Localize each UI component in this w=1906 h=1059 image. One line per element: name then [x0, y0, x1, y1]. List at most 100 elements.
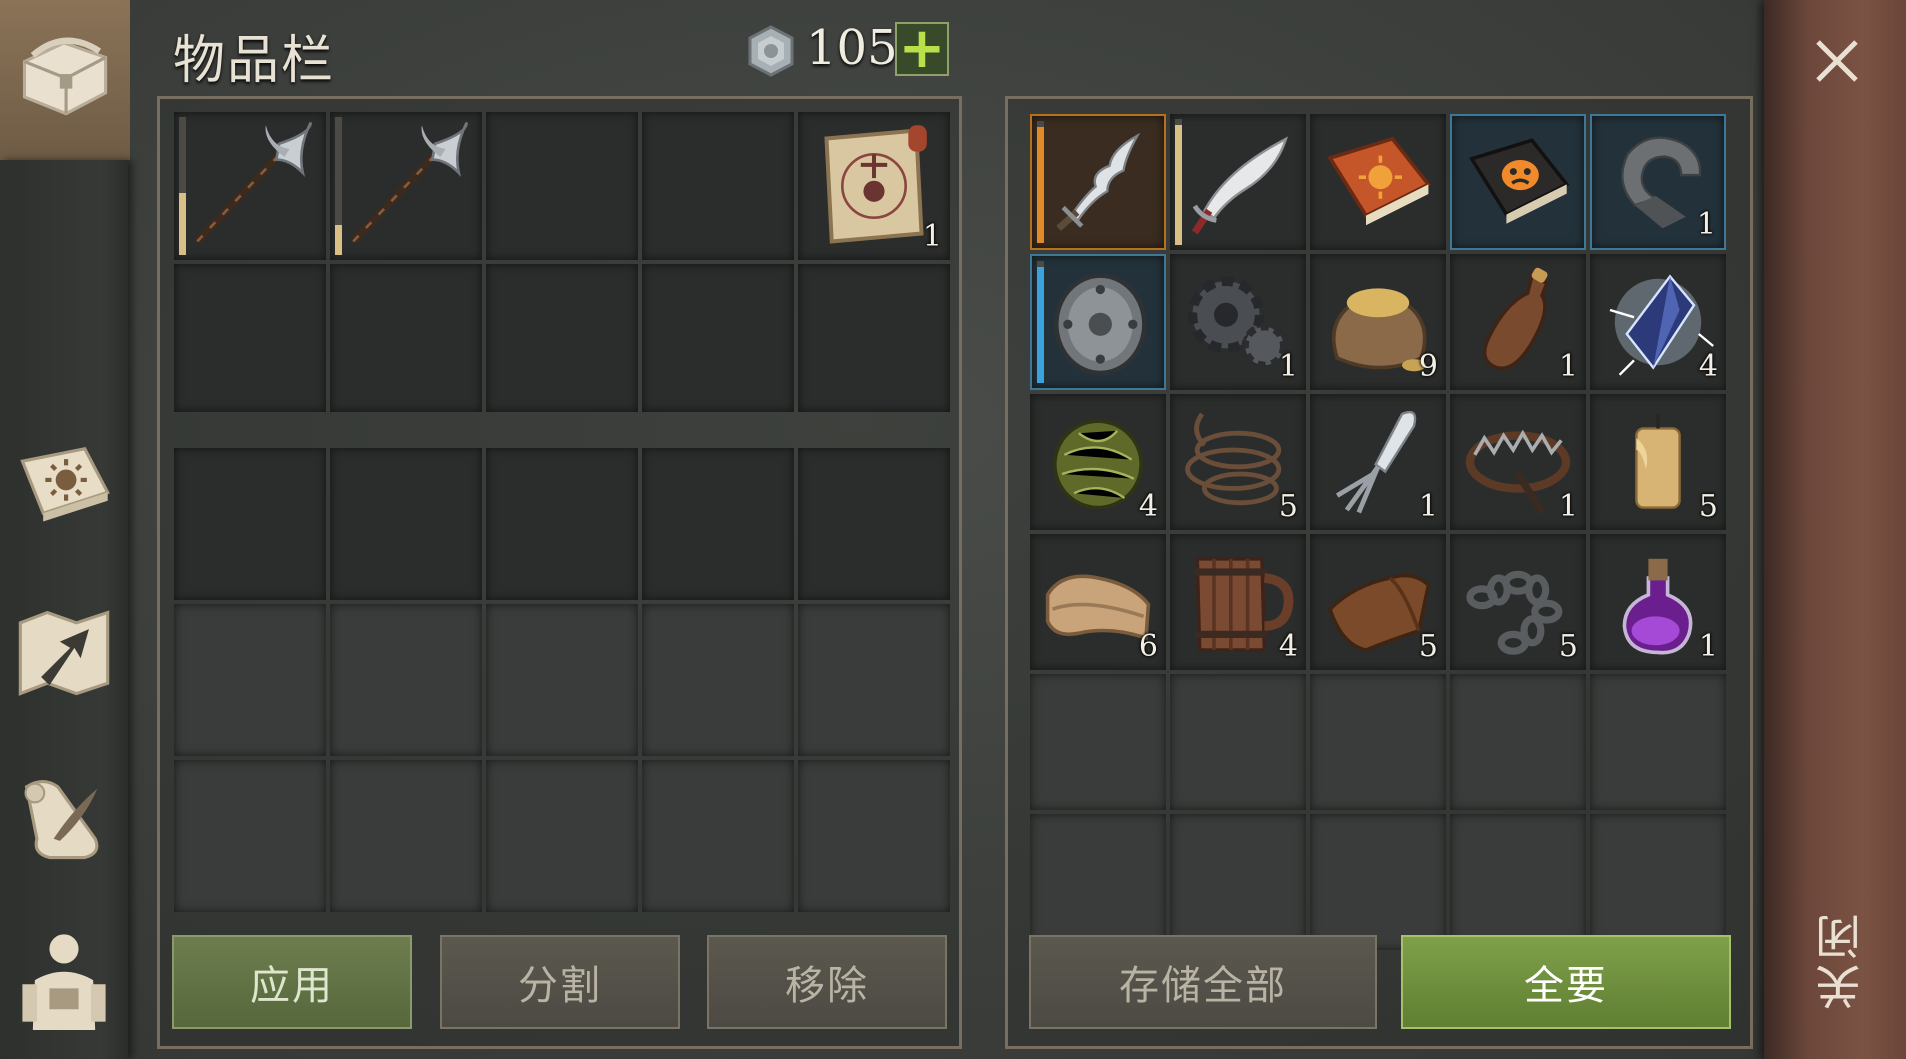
close-label[interactable]: 关闭 [1808, 910, 1868, 1010]
item-count: 1 [1278, 349, 1298, 384]
inventory-slot[interactable]: 1 [798, 112, 950, 260]
character-icon[interactable] [6, 920, 122, 1036]
scroll-quill-icon[interactable] [6, 760, 122, 876]
container-slot[interactable] [1310, 814, 1446, 950]
split-button[interactable]: 分割 [440, 935, 680, 1029]
inventory-slot[interactable] [642, 264, 794, 412]
dark-mask-book-icon [1468, 138, 1570, 224]
remove-button[interactable]: 移除 [707, 935, 947, 1029]
container-slot[interactable]: 1 [1450, 394, 1586, 530]
inventory-slot[interactable] [798, 448, 950, 600]
store-all-button[interactable]: 存储全部 [1029, 935, 1377, 1029]
locked-slot [486, 760, 638, 912]
container-slot[interactable]: 4 [1590, 254, 1726, 390]
container-slot[interactable]: 4 [1030, 394, 1166, 530]
item-count: 5 [1418, 629, 1438, 664]
inventory-slot[interactable] [174, 112, 326, 260]
locked-slot [486, 604, 638, 756]
inventory-slot[interactable] [642, 112, 794, 260]
container-slot[interactable] [1310, 674, 1446, 810]
item-count: 1 [1558, 349, 1578, 384]
inventory-slot[interactable] [330, 448, 482, 600]
container-slot[interactable] [1450, 674, 1586, 810]
locked-slot [174, 760, 326, 912]
take-all-button[interactable]: 全要 [1401, 935, 1731, 1029]
inventory-slot[interactable] [330, 112, 482, 260]
container-slot[interactable]: 4 [1170, 534, 1306, 670]
locked-slot [330, 760, 482, 912]
item-count: 1 [1558, 489, 1578, 524]
locked-slot [798, 604, 950, 756]
container-slot[interactable] [1450, 814, 1586, 950]
container-slot[interactable] [1030, 114, 1166, 250]
sidebar [0, 0, 130, 1059]
container-slot[interactable]: 5 [1310, 534, 1446, 670]
inventory-slot[interactable] [486, 448, 638, 600]
halberd-icon [194, 122, 313, 245]
container-slot[interactable] [1170, 114, 1306, 250]
sun-book-icon[interactable] [6, 424, 122, 540]
container-slot[interactable]: 1 [1590, 534, 1726, 670]
item-count: 5 [1698, 489, 1718, 524]
inventory-grid-bottom [174, 448, 950, 912]
wavy-sword-icon [1056, 132, 1141, 232]
inventory-slot[interactable] [798, 264, 950, 412]
item-count: 5 [1278, 489, 1298, 524]
container-slot[interactable] [1590, 674, 1726, 810]
currency-value: 105 [806, 20, 898, 76]
item-count: 9 [1418, 349, 1438, 384]
item-count: 5 [1558, 629, 1578, 664]
halberd-icon [350, 122, 469, 245]
container-slot[interactable]: 5 [1450, 534, 1586, 670]
item-count: 4 [1138, 489, 1158, 524]
container-slot[interactable]: 1 [1310, 394, 1446, 530]
container-slot[interactable]: 1 [1590, 114, 1726, 250]
orange-sun-book-icon [1327, 136, 1432, 226]
item-count: 4 [1698, 349, 1718, 384]
apply-button[interactable]: 应用 [172, 935, 412, 1029]
container-slot[interactable] [1450, 114, 1586, 250]
container-slot[interactable]: 6 [1030, 534, 1166, 670]
page-title: 物品栏 [173, 31, 336, 91]
close-icon[interactable] [1812, 36, 1862, 86]
item-count: 4 [1278, 629, 1298, 664]
inventory-slot[interactable] [174, 448, 326, 600]
container-grid: 1 1 9 1 4 4 5 1 1 5 6 4 5 5 1 [1030, 114, 1726, 950]
container-slot[interactable] [1590, 814, 1726, 950]
locked-slot [642, 604, 794, 756]
locked-slot [798, 760, 950, 912]
locked-slot [642, 760, 794, 912]
item-count: 6 [1138, 629, 1158, 664]
item-count: 1 [922, 219, 942, 254]
item-count: 1 [1698, 629, 1718, 664]
inventory-slot[interactable] [642, 448, 794, 600]
container-slot[interactable] [1310, 114, 1446, 250]
container-slot[interactable]: 9 [1310, 254, 1446, 390]
chest-icon[interactable] [6, 14, 122, 130]
container-slot[interactable]: 1 [1170, 254, 1306, 390]
map-scroll-icon [824, 125, 927, 244]
inventory-slot[interactable] [486, 264, 638, 412]
add-currency-button[interactable]: + [895, 21, 949, 77]
container-slot[interactable] [1170, 814, 1306, 950]
close-sidebar[interactable] [1764, 0, 1906, 1059]
inventory-slot[interactable] [174, 264, 326, 412]
container-slot[interactable]: 5 [1170, 394, 1306, 530]
container-slot[interactable] [1030, 674, 1166, 810]
round-shield-icon [1053, 273, 1147, 376]
locked-slot [174, 604, 326, 756]
container-slot[interactable] [1170, 674, 1306, 810]
locked-slot [330, 604, 482, 756]
container-slot[interactable]: 1 [1450, 254, 1586, 390]
map-arrow-icon[interactable] [6, 594, 122, 710]
item-count: 1 [1418, 489, 1438, 524]
silver-coin-icon [748, 25, 794, 77]
scimitar-icon [1191, 136, 1288, 235]
container-slot[interactable]: 5 [1590, 394, 1726, 530]
container-slot[interactable] [1030, 254, 1166, 390]
inventory-slot[interactable] [486, 112, 638, 260]
inventory-slot[interactable] [330, 264, 482, 412]
container-slot[interactable] [1030, 814, 1166, 950]
item-count: 1 [1696, 207, 1716, 242]
inventory-grid-top: 1 [174, 112, 950, 412]
